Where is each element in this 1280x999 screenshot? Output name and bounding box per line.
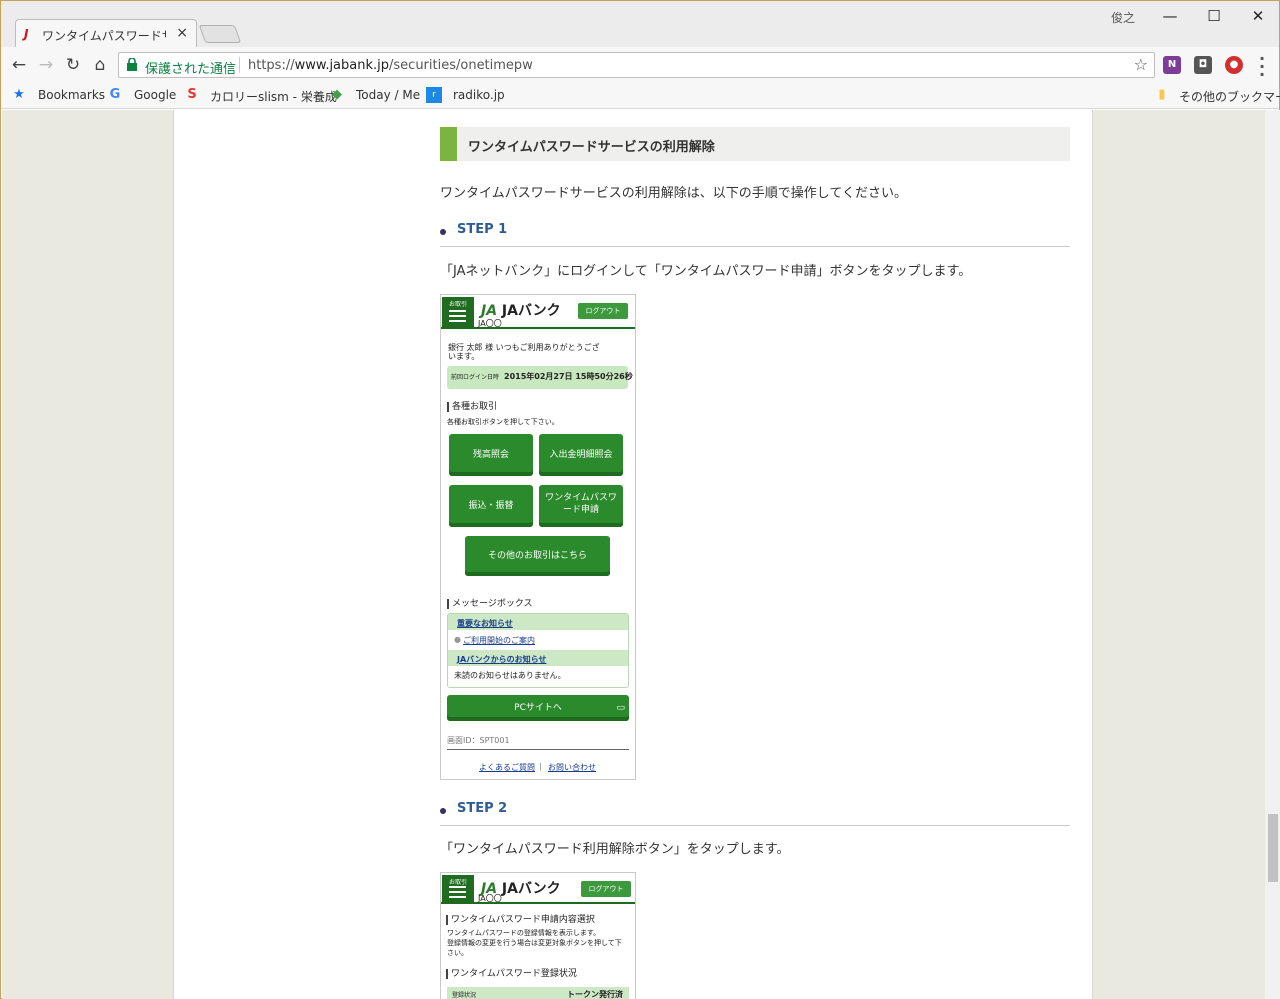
step-1-description: 「JAネットバンク」にログインして「ワンタイムパスワード申請」ボタンをタップしま… <box>440 264 972 279</box>
otp-selection-heading: ワンタイムパスワード申請内容選択 <box>446 915 595 925</box>
secure-label: 保護された通信 <box>145 62 237 77</box>
bullet-icon <box>440 229 446 235</box>
chrome-menu-icon[interactable]: · · · <box>1259 51 1265 83</box>
intro-text: ワンタイムパスワードサービスの利用解除は、以下の手順で操作してください。 <box>440 186 907 201</box>
logout-button: ログアウト <box>581 881 631 897</box>
page-viewport: ワンタイムパスワードサービスの利用解除 ワンタイムパスワードサービスの利用解除は… <box>2 110 1265 999</box>
scrollbar-thumb[interactable] <box>1268 814 1278 882</box>
star-bookmarks-icon: ★ <box>13 87 25 102</box>
message-box-heading: メッセージボックス <box>447 599 533 609</box>
profile-name[interactable]: 俊之 <box>1111 9 1135 26</box>
faq-link: よくあるご質問 <box>479 763 535 772</box>
ja-notice-link: JAバンクからのお知らせ <box>457 655 547 664</box>
page-content: ワンタイムパスワードサービスの利用解除 ワンタイムパスワードサービスの利用解除は… <box>173 110 1093 999</box>
last-login-box: 前回ログイン日時 2015年02月27日 15時50分26秒 <box>447 366 633 389</box>
reload-icon[interactable]: ↻ <box>63 55 83 75</box>
bookmark-item[interactable]: Google <box>134 88 176 102</box>
otp-status-heading: ワンタイムパスワード登録状況 <box>446 969 577 979</box>
ja-bank-logo: JA JAバンク <box>481 303 561 319</box>
phone-header: お取引 JA JAバンク JA〇〇 ログアウト <box>441 295 635 329</box>
lock-icon <box>127 58 137 71</box>
balance-button: 残高照会 <box>449 434 533 476</box>
step-label: STEP 2 <box>457 801 508 816</box>
maximize-icon[interactable]: ☐ <box>1194 5 1234 27</box>
bookmark-item[interactable]: Today / Me <box>356 88 420 102</box>
section-header: ワンタイムパスワードサービスの利用解除 <box>440 127 1070 161</box>
section-accent-bar <box>440 127 457 161</box>
transactions-heading: 各種お取引 <box>447 402 497 412</box>
greeting: います。 <box>448 352 480 361</box>
address-bar[interactable]: 保護された通信 https://www.jabank.jp/securities… <box>118 52 1155 78</box>
logout-button: ログアウト <box>578 303 628 319</box>
branch-name: JA〇〇 <box>478 894 502 903</box>
bookmark-star-icon[interactable]: ☆ <box>1134 55 1148 74</box>
statement-button: 入出金明細照会 <box>539 434 623 476</box>
menu-icon: お取引 <box>442 875 474 902</box>
forward-icon[interactable]: → <box>36 55 56 75</box>
tab-title: ワンタイムパスワードサービス <box>42 29 166 43</box>
browser-window: J ワンタイムパスワードサービス × 俊之 — ☐ ✕ ← → ↻ ⌂ 保護され… <box>0 0 1280 999</box>
slism-icon: S <box>187 87 197 102</box>
google-icon: G <box>109 87 121 102</box>
step-1-screenshot: お取引 JA JAバンク JA〇〇 ログアウト 銀行 太郎 様 いつもご利用あり… <box>440 294 636 780</box>
onenote-icon[interactable]: N <box>1163 56 1181 74</box>
back-icon[interactable]: ← <box>9 55 29 75</box>
omnibox-divider <box>239 57 240 73</box>
step-2-description: 「ワンタイムパスワード利用解除ボタン」をタップします。 <box>440 842 790 857</box>
branch-name: JA〇〇 <box>478 319 502 328</box>
otp-application-button: ワンタイムパスワ ード申請 <box>539 485 623 527</box>
important-notice-link: 重要なお知らせ <box>457 619 513 628</box>
transfer-button: 振込・振替 <box>449 485 533 527</box>
contact-link: お問い合わせ <box>548 763 596 772</box>
title-bar: J ワンタイムパスワードサービス × 俊之 — ☐ ✕ <box>1 1 1279 47</box>
greeting: 銀行 太郎 様 いつもご利用ありがとうござ <box>448 343 600 352</box>
other-transactions-button: その他のお取引はこちら <box>465 536 610 576</box>
folder-icon: ▮ <box>1158 87 1166 102</box>
close-window-icon[interactable]: ✕ <box>1238 5 1278 27</box>
new-tab-button[interactable] <box>198 25 242 43</box>
trend-micro-icon[interactable]: ● <box>1225 56 1243 74</box>
step-1-heading: STEP 1 <box>440 221 1070 247</box>
browser-tab[interactable]: J ワンタイムパスワードサービス × <box>15 19 197 47</box>
other-bookmarks[interactable]: その他のブックマーク <box>1179 88 1280 105</box>
notice-item-link: ご利用開始のご案内 <box>463 636 535 645</box>
step-label: STEP 1 <box>457 222 508 237</box>
today-icon: ◆ <box>332 87 342 102</box>
footer-divider <box>447 749 629 750</box>
page-scrollbar[interactable] <box>1265 110 1280 999</box>
message-box: 重要なお知らせ ● ご利用開始のご案内 JAバンクからのお知らせ 未読のお知らせ… <box>447 613 629 688</box>
monitor-icon: ▭ <box>616 703 625 713</box>
radiko-icon: r <box>426 87 442 103</box>
status-row: 登録状況 トークン発行済 <box>447 987 629 999</box>
bookmark-item[interactable]: Bookmarks <box>38 88 105 102</box>
tab-close-icon[interactable]: × <box>176 25 188 41</box>
section-title: ワンタイムパスワードサービスの利用解除 <box>468 140 715 155</box>
bullet-icon <box>440 808 446 814</box>
ja-favicon-icon: J <box>24 27 29 41</box>
pc-site-button: PCサイトへ ▭ <box>447 695 629 721</box>
minimize-icon[interactable]: — <box>1150 5 1190 27</box>
bookmarks-bar: ★ Bookmarks G Google S カロリーslism - 栄養成 ◆… <box>1 83 1280 109</box>
phone-header: お取引 JA JAバンク JA〇〇 ログアウト <box>441 873 635 904</box>
transactions-note: 各種お取引ボタンを押して下さい。 <box>447 418 559 426</box>
screen-id: 画面ID：SPT001 <box>447 736 510 745</box>
step-2-heading: STEP 2 <box>440 800 1070 826</box>
step-2-screenshot: お取引 JA JAバンク JA〇〇 ログアウト ワンタイムパスワード申請内容選択… <box>440 872 636 999</box>
extension-icon[interactable]: ◘ <box>1194 56 1212 74</box>
bookmark-item[interactable]: カロリーslism - 栄養成 <box>210 88 337 105</box>
bookmark-item[interactable]: radiko.jp <box>453 88 505 102</box>
url-text[interactable]: https://www.jabank.jp/securities/onetime… <box>248 58 533 73</box>
menu-icon: お取引 <box>442 297 474 327</box>
no-unread-text: 未読のお知らせはありません。 <box>454 671 566 680</box>
home-icon[interactable]: ⌂ <box>90 55 110 75</box>
